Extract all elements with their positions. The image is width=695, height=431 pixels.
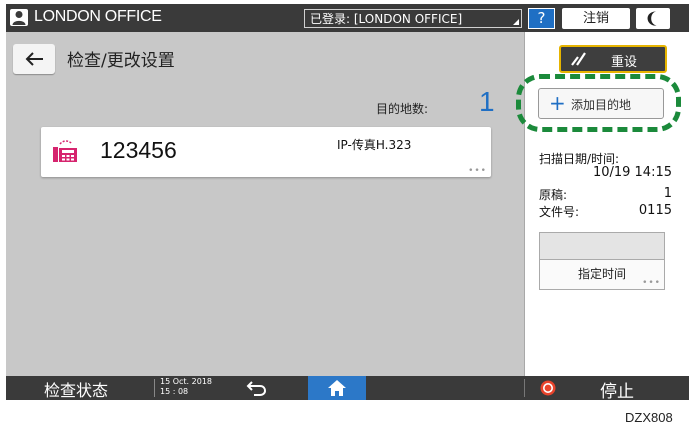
file-no-value: 0115 — [638, 203, 672, 218]
destination-row[interactable]: 123456 IP-传真H.323 ••• — [41, 127, 491, 177]
highlight-callout — [516, 74, 681, 132]
destination-count-label: 目的地数: — [376, 102, 429, 116]
help-button[interactable]: ? — [528, 8, 555, 29]
reset-label: 重设 — [611, 55, 638, 70]
datetime-display: 15 Oct. 2018 15 : 08 — [160, 377, 212, 397]
home-icon — [328, 380, 346, 396]
return-arrow-icon[interactable] — [246, 380, 268, 396]
top-bar: LONDON OFFICE 已登录: [LONDON OFFICE] ? 注销 — [6, 4, 689, 32]
time-text: 15 : 08 — [160, 387, 189, 396]
figure-code: DZX808 — [625, 410, 673, 425]
logout-button[interactable]: 注销 — [562, 8, 630, 29]
divider — [154, 379, 155, 397]
more-dots-icon: ••• — [468, 166, 487, 176]
schedule-time-button[interactable]: 指定时间 ••• — [539, 259, 665, 290]
page-title: 检查/更改设置 — [67, 51, 175, 71]
arrow-left-icon — [25, 52, 43, 66]
home-button[interactable] — [308, 376, 366, 400]
divider — [524, 379, 525, 397]
screen: LONDON OFFICE 已登录: [LONDON OFFICE] ? 注销 … — [6, 4, 689, 400]
destination-count: 1 — [479, 86, 495, 117]
check-status-button[interactable]: 检查状态 — [44, 377, 108, 400]
stop-button[interactable]: 停止 — [600, 377, 634, 400]
stop-icon[interactable] — [540, 380, 556, 396]
blank-field — [539, 232, 665, 259]
originals-label: 原稿: — [539, 188, 568, 202]
schedule-time-label: 指定时间 — [577, 267, 626, 281]
fax-icon — [53, 140, 77, 162]
back-button[interactable] — [13, 44, 55, 74]
login-status-text: 已登录: [LONDON OFFICE] — [310, 12, 463, 26]
date-text: 15 Oct. 2018 — [160, 377, 212, 386]
more-dots-icon: ••• — [642, 278, 661, 288]
corner-triangle-icon — [513, 19, 519, 25]
user-name: LONDON OFFICE — [34, 8, 162, 25]
user-icon[interactable] — [10, 9, 28, 26]
originals-value: 1 — [663, 186, 672, 201]
login-status[interactable]: 已登录: [LONDON OFFICE] — [304, 9, 522, 28]
moon-icon — [647, 11, 657, 26]
file-no-label: 文件号: — [539, 205, 580, 219]
destination-type: IP-传真H.323 — [337, 138, 412, 152]
reset-button[interactable]: 重设 — [559, 45, 667, 73]
scan-datetime-value: 10/19 14:15 — [592, 165, 672, 180]
destination-number: 123456 — [100, 137, 177, 163]
energy-saver-button[interactable] — [636, 8, 670, 29]
reset-icon — [571, 52, 586, 66]
bottom-bar: 检查状态 15 Oct. 2018 15 : 08 停止 — [6, 376, 689, 400]
